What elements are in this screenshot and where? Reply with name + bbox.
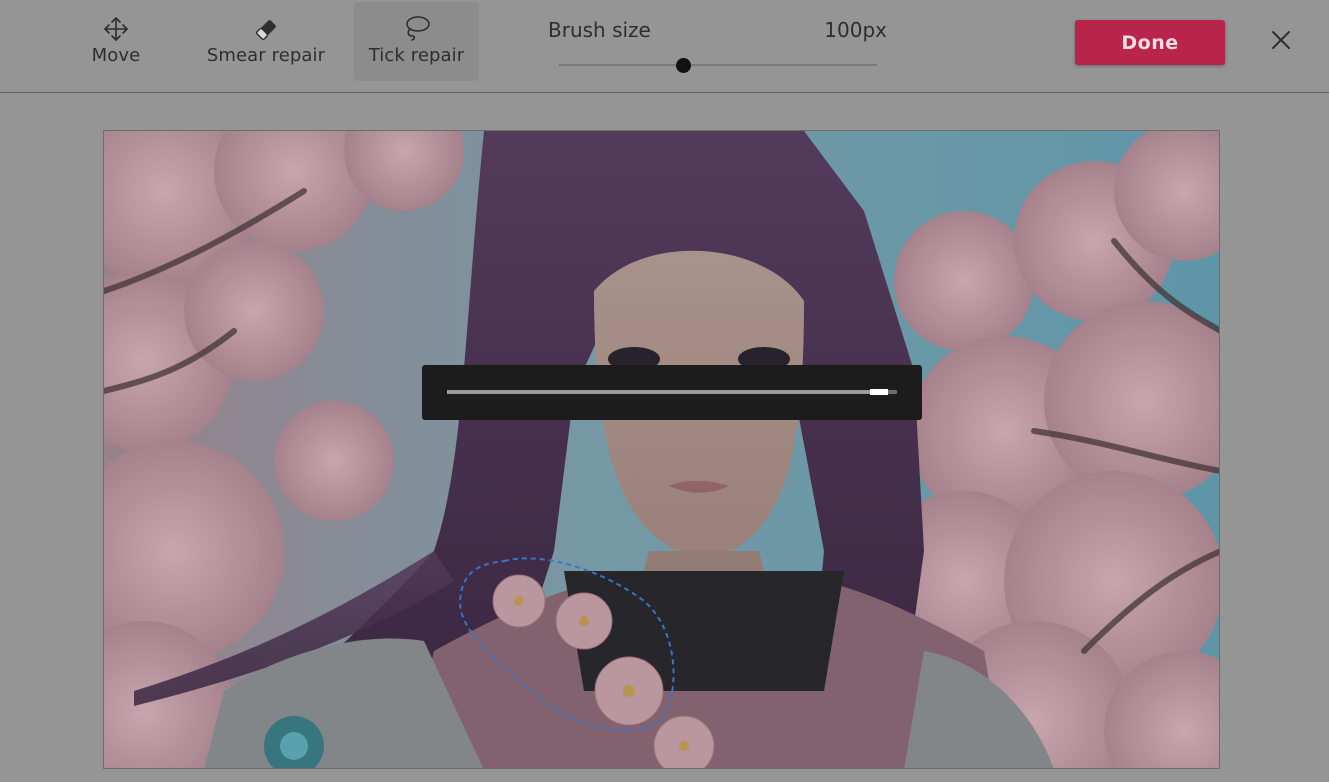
progress-marker: [870, 389, 888, 395]
done-button[interactable]: Done: [1075, 20, 1225, 65]
eraser-icon: [252, 14, 280, 42]
tool-smear-repair[interactable]: Smear repair: [204, 2, 328, 81]
close-icon: [1271, 30, 1291, 54]
canvas-image: [104, 131, 1219, 768]
close-button[interactable]: [1266, 27, 1296, 57]
brush-size-track: [559, 64, 877, 66]
brush-size-thumb[interactable]: [676, 58, 692, 73]
progress-track: [447, 389, 897, 395]
lasso-icon: [402, 14, 432, 42]
tool-move[interactable]: Move: [86, 2, 146, 81]
editing-canvas[interactable]: [103, 130, 1220, 769]
brush-size-slider[interactable]: [559, 55, 877, 75]
tool-smear-label: Smear repair: [206, 45, 326, 66]
processing-overlay: [422, 365, 922, 420]
tool-tick-repair[interactable]: Tick repair: [354, 2, 479, 81]
move-icon: [102, 14, 130, 42]
tool-move-label: Move: [91, 45, 141, 66]
progress-fill: [447, 390, 888, 394]
brush-size-label: Brush size: [548, 18, 651, 42]
brush-size-value: 100px: [824, 18, 887, 42]
toolbar: Move Smear repair Tick repair Brush size…: [0, 0, 1329, 93]
tool-tick-label: Tick repair: [368, 45, 465, 66]
